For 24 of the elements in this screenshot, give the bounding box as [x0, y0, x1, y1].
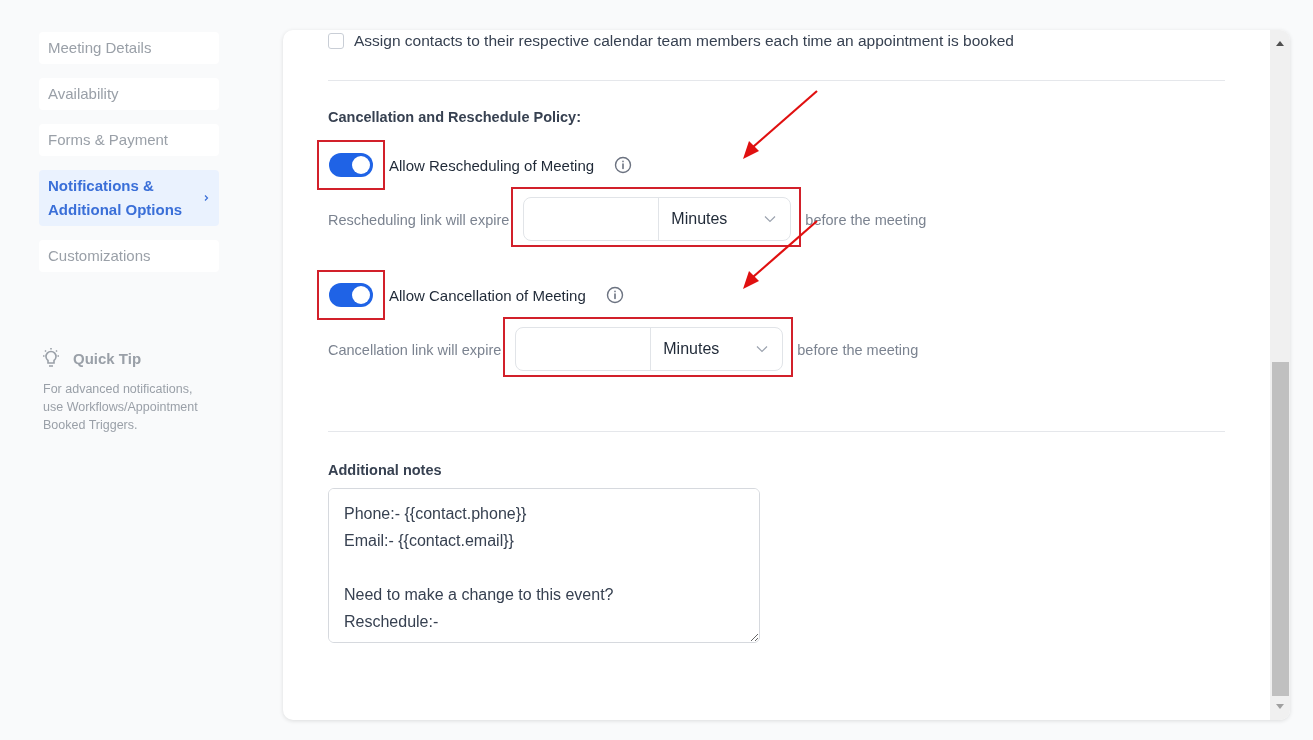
checkbox-label: Assign contacts to their respective calendar team members each time an appointment is booked [354, 32, 1014, 50]
toggle-switch[interactable] [329, 283, 373, 307]
toggle-switch[interactable] [329, 153, 373, 177]
sidebar-item[interactable]: Availability [39, 78, 219, 110]
toggle-label: Allow Cancellation of Meeting [389, 286, 586, 304]
toggle-label: Allow Rescheduling of Meeting [389, 156, 595, 174]
quick-tip-title: Quick Tip [73, 349, 142, 367]
sidebar-item[interactable]: Forms & Payment [39, 124, 219, 156]
sidebar-item[interactable]: Notifications & Additional Options [39, 170, 219, 226]
chevron-right-icon [202, 194, 210, 202]
sidebar-item[interactable]: Meeting Details [39, 32, 219, 64]
checkbox[interactable] [328, 33, 344, 49]
expiry-label: Rescheduling link will expire [328, 212, 510, 228]
expiry-suffix: before the meeting [797, 342, 919, 358]
notes-textarea[interactable]: Phone:- {{contact.phone}} Email:- {{contact.email}} Need to make a change to this event? Reschedule:- [328, 488, 760, 643]
scrollbar[interactable] [1270, 30, 1290, 720]
info-icon[interactable] [605, 286, 624, 304]
notes-label: Additional notes [328, 462, 443, 478]
expiry-label: Cancellation link will expire [328, 342, 502, 358]
quick-tip-text: For advanced notifications, use Workflows/Appointment Booked Triggers. [43, 381, 199, 434]
expiry-suffix: before the meeting [805, 212, 927, 228]
sidebar-item[interactable]: Customizations [39, 240, 219, 272]
info-icon[interactable] [614, 156, 633, 174]
section-heading: Cancellation and Reschedule Policy: [328, 109, 582, 125]
